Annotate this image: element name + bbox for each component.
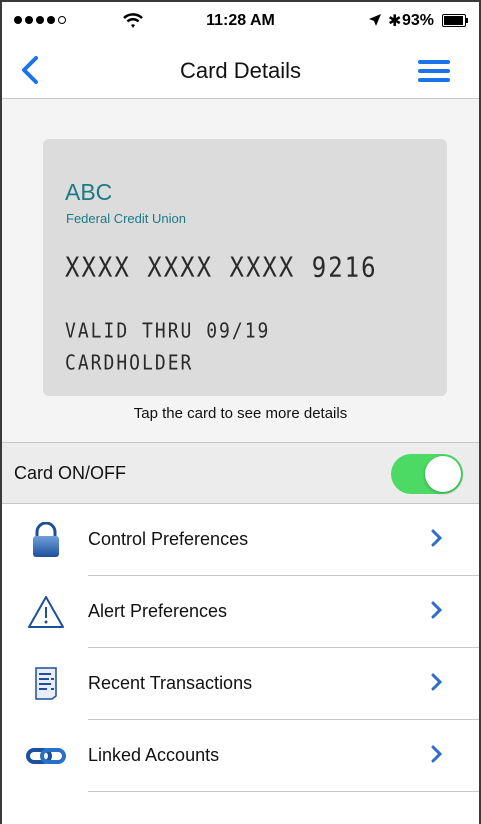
lock-icon — [33, 522, 59, 557]
warning-icon — [28, 596, 64, 628]
bank-name: ABC — [65, 179, 113, 205]
navigation-bar: Card Details — [2, 42, 479, 99]
list-item-label: Recent Transactions — [88, 673, 253, 693]
list-item-label: Linked Accounts — [88, 745, 220, 765]
tap-card-hint: Tap the card to see more details — [133, 405, 348, 422]
card-on-off-label: Card ON/OFF — [14, 463, 127, 483]
list-item-recent-transactions[interactable]: Recent Transactions — [2, 648, 479, 720]
chevron-right-icon — [431, 529, 442, 547]
bluetooth-icon: ✱ — [388, 13, 402, 30]
card-number: XXXX XXXX XXXX 9216 — [65, 251, 378, 284]
list-item-linked-accounts[interactable]: Linked Accounts — [2, 720, 479, 792]
list-item-label: Alert Preferences — [88, 601, 228, 621]
status-bar: 11:28 AM ✱ 93% — [2, 2, 479, 42]
card-valid-thru: VALID THRU 09/19 — [65, 319, 271, 344]
battery-icon — [442, 14, 468, 27]
credit-card[interactable]: ABC Federal Credit Union XXXX XXXX XXXX … — [43, 139, 447, 396]
list-item-control-preferences[interactable]: Control Preferences — [2, 504, 479, 576]
divider — [88, 791, 479, 792]
card-section: ABC Federal Credit Union XXXX XXXX XXXX … — [2, 99, 479, 442]
card-on-off-toggle[interactable] — [391, 454, 463, 494]
battery-fill — [444, 16, 463, 25]
location-arrow-icon — [369, 14, 381, 26]
card-on-off-row: Card ON/OFF — [2, 442, 479, 504]
hamburger-menu-button[interactable] — [418, 60, 450, 82]
toggle-knob — [425, 456, 461, 492]
card-holder-name: CARDHOLDER — [65, 351, 194, 376]
link-icon — [26, 748, 66, 764]
app-frame: 11:28 AM ✱ 93% Card Details ABC Federal … — [0, 0, 481, 824]
bank-subtitle: Federal Credit Union — [66, 211, 186, 226]
battery-percent: 93% — [402, 12, 435, 29]
card-options-list: Control Preferences Alert Preferences Re… — [2, 504, 479, 792]
chevron-right-icon — [431, 745, 442, 763]
receipt-icon — [35, 667, 57, 700]
page-title: Card Details — [179, 58, 302, 83]
chevron-right-icon — [431, 601, 442, 619]
list-item-alert-preferences[interactable]: Alert Preferences — [2, 576, 479, 648]
chevron-right-icon — [431, 673, 442, 691]
list-item-label: Control Preferences — [88, 529, 249, 549]
